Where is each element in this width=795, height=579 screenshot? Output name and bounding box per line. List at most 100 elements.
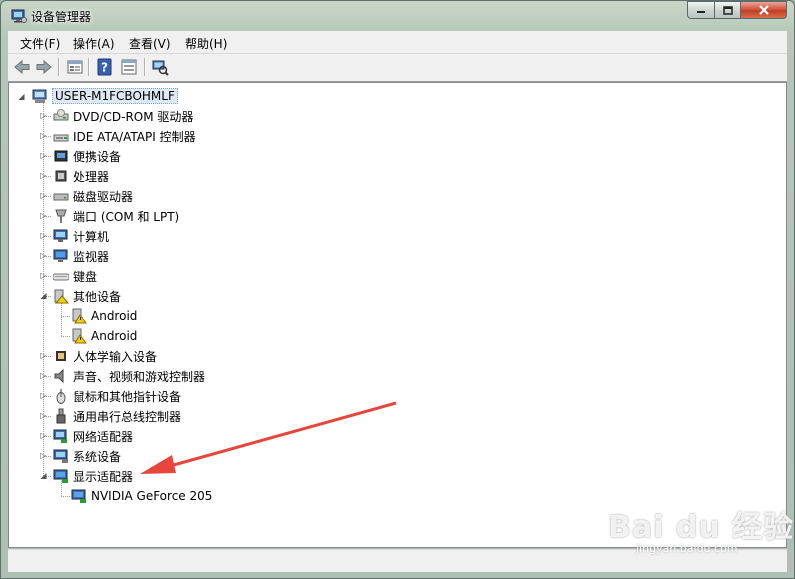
device-category-label: 计算机 (73, 229, 110, 244)
device-category[interactable]: 鼠标和其他指针设备 (53, 387, 181, 405)
scan-hardware-icon[interactable] (151, 58, 169, 76)
collapse-toggle[interactable]: ◢ (39, 291, 48, 300)
expand-toggle[interactable]: ▷ (39, 391, 48, 400)
device-item-label: NVIDIA GeForce 205 (91, 489, 213, 503)
keyboard-icon (53, 273, 69, 281)
device-item[interactable]: Android (71, 307, 137, 325)
expand-toggle[interactable]: ▷ (39, 251, 48, 260)
expand-toggle[interactable]: ▷ (39, 211, 48, 220)
device-category-label: 处理器 (73, 169, 110, 184)
expand-toggle[interactable]: ▷ (39, 191, 48, 200)
portable-device-icon (54, 150, 68, 162)
network-adapter-icon (53, 429, 67, 443)
device-category[interactable]: DVD/CD-ROM 驱动器 (53, 107, 193, 125)
expand-toggle[interactable]: ▷ (39, 431, 48, 440)
tree-root-computer[interactable]: ◢ USER-M1FCBOHMLF (17, 87, 178, 105)
expand-toggle[interactable]: ▷ (39, 131, 48, 140)
expand-toggle[interactable]: ▷ (39, 171, 48, 180)
device-item-label: Android (91, 309, 138, 323)
device-category[interactable]: IDE ATA/ATAPI 控制器 (53, 127, 196, 145)
device-category-label: 磁盘驱动器 (73, 189, 134, 204)
device-category[interactable]: 声音、视频和游戏控制器 (53, 367, 205, 385)
computer-icon (53, 229, 68, 242)
disk-drive-icon (53, 193, 69, 201)
device-tree[interactable]: ◢ USER-M1FCBOHMLF ▷ DVD/CD-ROM 驱动器 ▷ IDE ATA/… (8, 82, 787, 548)
expand-toggle[interactable]: ▷ (39, 451, 48, 460)
minimize-icon (697, 11, 705, 13)
device-category-label: 便携设备 (73, 149, 122, 164)
close-button[interactable] (740, 1, 787, 19)
device-category[interactable]: 处理器 (53, 167, 109, 185)
expand-toggle[interactable]: ▷ (39, 151, 48, 160)
device-category[interactable]: 人体学输入设备 (53, 347, 157, 365)
maximize-button[interactable] (714, 1, 741, 19)
menu-help[interactable]: 帮助(H) (185, 35, 227, 52)
device-category-label: 通用串行总线控制器 (73, 409, 182, 424)
device-category[interactable]: 磁盘驱动器 (53, 187, 133, 205)
device-category-label: 网络适配器 (73, 429, 134, 444)
menu-file[interactable]: 文件(F) (20, 35, 60, 52)
device-category[interactable]: 通用串行总线控制器 (53, 407, 181, 425)
device-item[interactable]: NVIDIA GeForce 205 (71, 487, 212, 505)
usb-icon (56, 408, 66, 424)
device-category[interactable]: 其他设备 (53, 287, 121, 305)
mouse-icon (56, 389, 66, 404)
close-icon (758, 5, 769, 15)
device-category[interactable]: 端口 (COM 和 LPT) (53, 207, 179, 225)
toolbar-separator (144, 58, 145, 76)
expand-toggle[interactable]: ▷ (39, 271, 48, 280)
device-category[interactable]: 网络适配器 (53, 427, 133, 445)
other-devices-icon (54, 289, 69, 304)
svg-text:?: ? (101, 61, 108, 75)
system-device-icon (53, 449, 68, 463)
toolbar-separator (88, 58, 89, 76)
expand-toggle[interactable]: ▷ (39, 371, 48, 380)
menu-view[interactable]: 查看(V) (129, 35, 171, 52)
properties-icon[interactable] (66, 58, 84, 76)
toolbar: ? (8, 54, 787, 82)
device-category[interactable]: 监视器 (53, 247, 109, 265)
collapse-toggle[interactable]: ◢ (39, 471, 48, 480)
expand-toggle[interactable]: ▷ (39, 351, 48, 360)
tree-connector (61, 316, 70, 317)
device-category[interactable]: 系统设备 (53, 447, 121, 465)
dvd-drive-icon (53, 109, 69, 121)
device-category-label: 其他设备 (73, 289, 122, 304)
watermark-logo-text: Bai du 经验 (608, 510, 795, 545)
computer-root-icon (32, 89, 47, 103)
device-category[interactable]: 计算机 (53, 227, 109, 245)
expand-toggle[interactable]: ▷ (39, 111, 48, 120)
tree-connector (61, 496, 70, 497)
tree-connector (61, 301, 62, 336)
display-adapter-icon (71, 489, 86, 503)
title-bar[interactable]: 设备管理器 (1, 1, 794, 30)
device-category[interactable]: 显示适配器 (53, 467, 133, 485)
help-icon[interactable]: ? (96, 58, 114, 76)
device-item[interactable]: Android (71, 327, 137, 345)
back-arrow-icon[interactable] (13, 58, 31, 76)
device-category-label: 键盘 (73, 269, 98, 284)
device-category[interactable]: 便携设备 (53, 147, 121, 165)
menu-bar: 文件(F) 操作(A) 查看(V) 帮助(H) (8, 31, 787, 54)
device-category-label: 端口 (COM 和 LPT) (73, 209, 180, 224)
device-category-label: IDE ATA/ATAPI 控制器 (73, 129, 196, 144)
hid-icon (56, 351, 66, 361)
warning-device-icon (72, 308, 87, 324)
device-category-label: 鼠标和其他指针设备 (73, 389, 182, 404)
expand-toggle[interactable]: ▷ (39, 411, 48, 420)
processor-icon (55, 170, 67, 182)
port-icon (55, 209, 67, 223)
menu-action[interactable]: 操作(A) (73, 35, 115, 52)
expand-toggle[interactable]: ▷ (39, 231, 48, 240)
forward-arrow-icon[interactable] (35, 58, 53, 76)
device-category-label: 人体学输入设备 (73, 349, 158, 364)
device-category[interactable]: 键盘 (53, 267, 97, 285)
collapse-toggle[interactable]: ◢ (17, 92, 26, 101)
device-category-label: DVD/CD-ROM 驱动器 (73, 109, 194, 124)
maximize-icon (722, 5, 733, 15)
toolbar-separator (58, 58, 59, 76)
device-category-label: 声音、视频和游戏控制器 (73, 369, 206, 384)
sound-icon (54, 368, 64, 384)
view-icon[interactable] (120, 58, 138, 76)
minimize-button[interactable] (687, 1, 715, 19)
